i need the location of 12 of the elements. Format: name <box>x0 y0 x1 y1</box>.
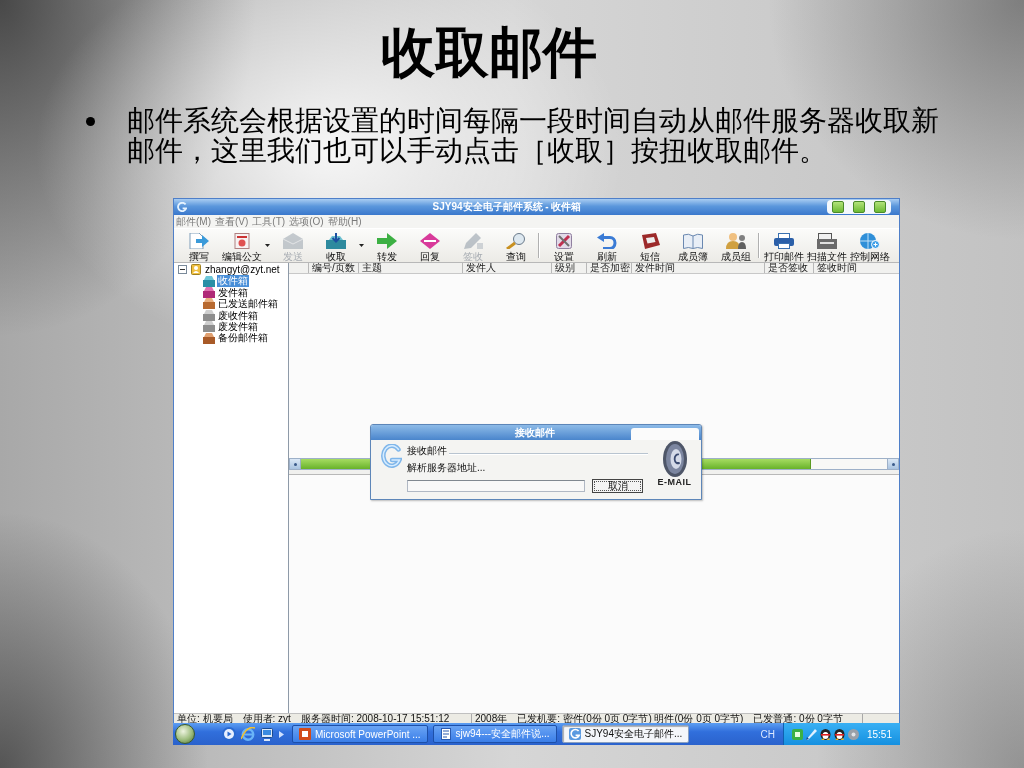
logo-text: E-MAIL <box>657 477 692 487</box>
window-title: SJY94安全电子邮件系统 - 收件箱 <box>431 201 583 213</box>
status-message: 解析服务器地址... <box>407 462 486 474</box>
status-text: 2008年 <box>475 714 508 724</box>
bullet-text: 邮件系统会根据设置的时间每隔一段时间自动从邮件服务器收取新邮件，这里我们也可以手动点击［收取］按扭收取邮件。 <box>127 106 940 166</box>
clock-text: 15:51 <box>866 728 892 740</box>
status-text: 服务器时间: 2008-10-17 15:51:12 <box>300 714 450 724</box>
status-text: 已发普通: 0份 0字节 <box>753 714 843 724</box>
status-label: 接收邮件 <box>407 444 447 457</box>
slide-title: 收取邮件 <box>381 22 597 85</box>
status-text: 单位: 机要局 <box>177 714 233 724</box>
dialog-title: 接收邮件 <box>514 426 556 439</box>
